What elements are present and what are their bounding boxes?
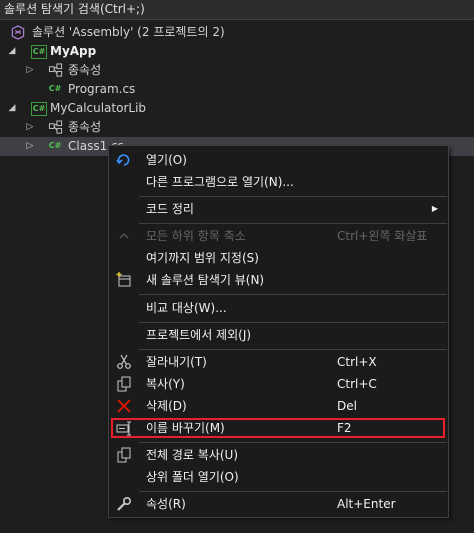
menu-label: 이름 바꾸기(M) [146, 421, 225, 435]
dependencies-icon [48, 63, 63, 77]
menu-shortcut: Ctrl+왼쪽 화살표 [337, 229, 428, 243]
menu-item-code-cleanup[interactable]: 코드 정리 ▶ [109, 198, 448, 220]
csharp-file-icon: C# [48, 84, 62, 93]
tree-item-project-myapp[interactable]: ◢ C# MyApp [0, 42, 474, 61]
menu-label: 상위 폴더 열기(O) [146, 470, 239, 484]
menu-label: 전체 경로 복사(U) [146, 448, 239, 462]
menu-item-properties[interactable]: 속성(R) Alt+Enter [109, 493, 448, 515]
csharp-project-icon: C# [31, 102, 47, 116]
menu-item-exclude-from-project[interactable]: 프로젝트에서 제외(J) [109, 324, 448, 346]
menu-item-open-with[interactable]: 다른 프로그램으로 열기(N)... [109, 171, 448, 193]
menu-separator [139, 322, 447, 323]
menu-item-open[interactable]: 열기(O) [109, 149, 448, 171]
dependencies-label: 종속성 [68, 120, 102, 134]
menu-item-new-view[interactable]: 새 솔루션 탐색기 뷰(N) [109, 269, 448, 291]
scissors-icon [117, 354, 131, 369]
project-label: MyApp [50, 44, 97, 58]
csharp-file-icon: C# [48, 141, 62, 150]
menu-separator [139, 223, 447, 224]
tree-item-dependencies[interactable]: ▷ 종속성 [0, 61, 474, 80]
menu-label: 코드 정리 [146, 202, 194, 216]
menu-label: 열기(O) [146, 153, 187, 167]
menu-shortcut: Ctrl+X [337, 355, 377, 369]
collapse-icon [119, 233, 129, 239]
menu-separator [139, 491, 447, 492]
menu-label: 비교 대상(W)... [146, 301, 227, 315]
menu-shortcut: Alt+Enter [337, 497, 396, 511]
solution-explorer-search[interactable]: 솔루션 탐색기 검색(Ctrl+;) [0, 0, 474, 20]
collapsed-arrow-icon[interactable]: ▷ [25, 137, 35, 156]
menu-separator [139, 196, 447, 197]
menu-shortcut: Del [337, 399, 357, 413]
tree-item-dependencies[interactable]: ▷ 종속성 [0, 118, 474, 137]
menu-shortcut: F2 [337, 421, 352, 435]
menu-separator [139, 442, 447, 443]
menu-item-compare-with[interactable]: 비교 대상(W)... [109, 297, 448, 319]
menu-label: 잘라내기(T) [146, 355, 207, 369]
solution-label: 솔루션 'Assembly' (2 프로젝트의 2) [32, 25, 225, 39]
menu-item-rename[interactable]: 이름 바꾸기(M) F2 [109, 417, 448, 439]
tree-item-project-calculatorlib[interactable]: ◢ C# MyCalculatorLib [0, 99, 474, 118]
wrench-icon [117, 496, 132, 511]
submenu-arrow-icon: ▶ [431, 204, 438, 213]
delete-icon [117, 399, 131, 413]
menu-separator [139, 349, 447, 350]
menu-separator [139, 294, 447, 295]
new-view-icon [116, 272, 131, 287]
menu-item-copy[interactable]: 복사(Y) Ctrl+C [109, 373, 448, 395]
context-menu: 열기(O) 다른 프로그램으로 열기(N)... 코드 정리 ▶ 모든 하위 항… [108, 145, 449, 518]
rename-icon [116, 421, 131, 436]
open-icon [116, 154, 130, 166]
csharp-project-icon: C# [31, 45, 47, 59]
menu-label: 새 솔루션 탐색기 뷰(N) [146, 273, 265, 287]
expanded-arrow-icon[interactable]: ◢ [7, 99, 17, 118]
copy-path-icon [117, 447, 131, 463]
menu-item-scope-to-this[interactable]: 여기까지 범위 지정(S) [109, 247, 448, 269]
menu-item-copy-full-path[interactable]: 전체 경로 복사(U) [109, 444, 448, 466]
menu-label: 속성(R) [146, 497, 186, 511]
menu-item-cut[interactable]: 잘라내기(T) Ctrl+X [109, 351, 448, 373]
menu-item-delete[interactable]: 삭제(D) Del [109, 395, 448, 417]
expanded-arrow-icon[interactable]: ◢ [7, 42, 17, 61]
menu-item-open-containing-folder[interactable]: 상위 폴더 열기(O) [109, 466, 448, 488]
menu-label: 복사(Y) [146, 377, 185, 391]
copy-icon [117, 376, 131, 392]
collapsed-arrow-icon[interactable]: ▷ [25, 61, 35, 80]
menu-label: 프로젝트에서 제외(J) [146, 328, 252, 342]
dependencies-icon [48, 120, 63, 134]
collapsed-arrow-icon[interactable]: ▷ [25, 118, 35, 137]
menu-label: 여기까지 범위 지정(S) [146, 251, 259, 265]
project-label: MyCalculatorLib [50, 101, 147, 115]
menu-label: 삭제(D) [146, 399, 187, 413]
menu-label: 다른 프로그램으로 열기(N)... [146, 175, 294, 189]
tree-item-file-program[interactable]: C# Program.cs [0, 80, 474, 99]
menu-shortcut: Ctrl+C [337, 377, 377, 391]
menu-label: 모든 하위 항목 축소 [146, 229, 246, 243]
search-label: 솔루션 탐색기 검색(Ctrl+;) [4, 2, 145, 16]
menu-item-collapse-all[interactable]: 모든 하위 항목 축소 Ctrl+왼쪽 화살표 [109, 225, 448, 247]
solution-icon [11, 25, 25, 40]
file-label: Program.cs [68, 82, 136, 96]
dependencies-label: 종속성 [68, 63, 102, 77]
tree-item-solution[interactable]: 솔루션 'Assembly' (2 프로젝트의 2) [0, 23, 474, 42]
